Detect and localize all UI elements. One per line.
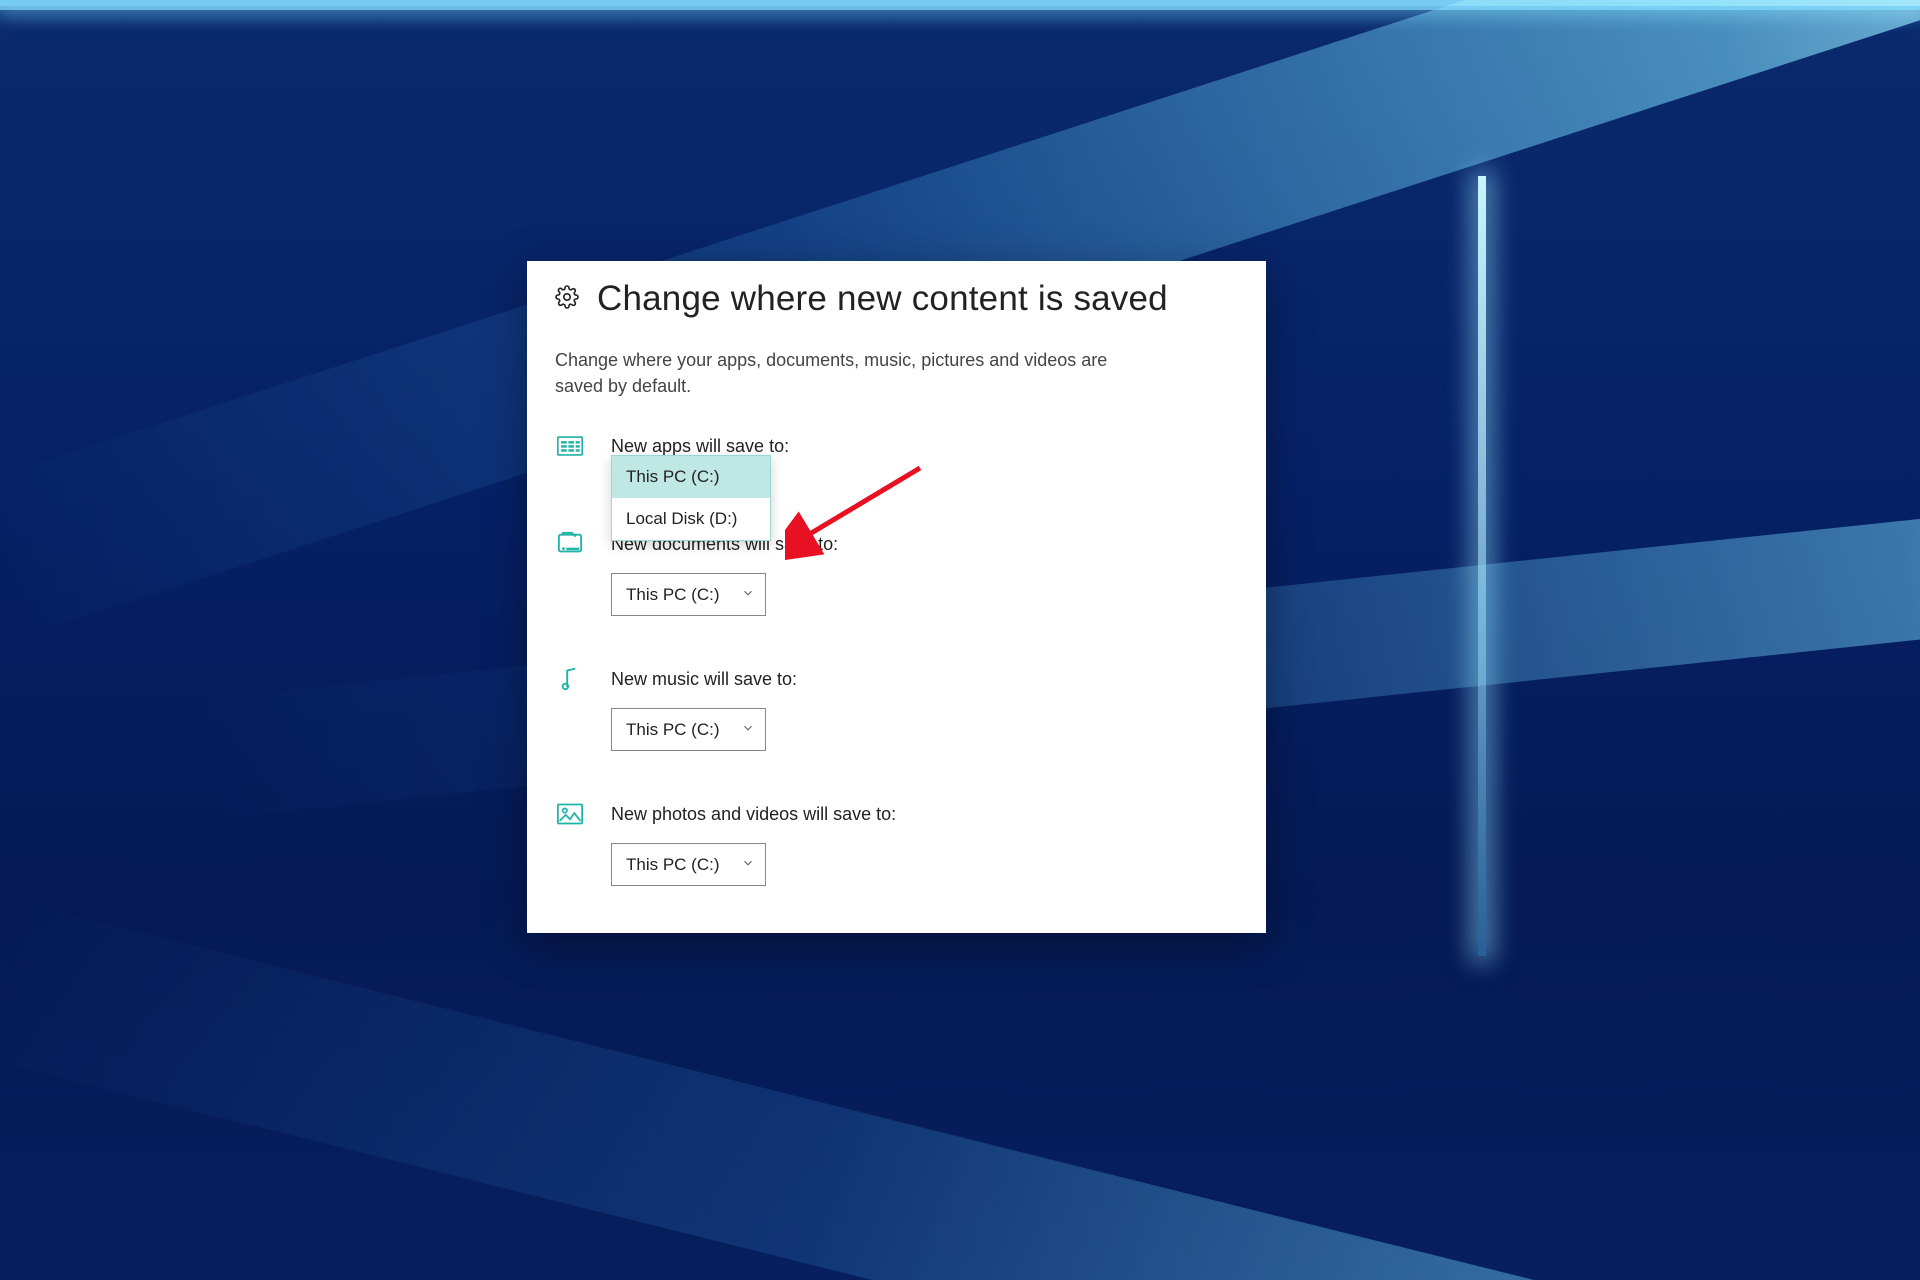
section-apps: New apps will save to: This PC (C:) Loca…: [555, 433, 1238, 459]
photos-icon: [555, 801, 585, 827]
settings-window: Change where new content is saved Change…: [527, 261, 1266, 933]
apps-label: New apps will save to:: [611, 436, 789, 457]
chevron-down-icon: [741, 855, 755, 875]
apps-icon: [555, 433, 585, 459]
music-icon: [555, 666, 585, 692]
music-dropdown[interactable]: This PC (C:): [611, 708, 766, 751]
section-music: New music will save to: This PC (C:): [555, 666, 1238, 751]
music-label: New music will save to:: [611, 669, 797, 690]
section-photos: New photos and videos will save to: This…: [555, 801, 1238, 886]
music-dropdown-value: This PC (C:): [626, 720, 720, 740]
chevron-down-icon: [741, 720, 755, 740]
documents-dropdown-value: This PC (C:): [626, 585, 720, 605]
documents-icon: [555, 531, 585, 557]
chevron-down-icon: [741, 585, 755, 605]
apps-dropdown-option-local-disk-d[interactable]: Local Disk (D:): [612, 498, 770, 540]
page-title: Change where new content is saved: [597, 279, 1168, 319]
photos-dropdown[interactable]: This PC (C:): [611, 843, 766, 886]
gear-icon: [555, 285, 579, 314]
section-documents: New documents will save to: This PC (C:): [555, 531, 1238, 616]
documents-dropdown[interactable]: This PC (C:): [611, 573, 766, 616]
title-row: Change where new content is saved: [555, 279, 1238, 319]
apps-dropdown-menu: This PC (C:) Local Disk (D:): [611, 455, 771, 541]
page-description: Change where your apps, documents, music…: [555, 347, 1135, 399]
photos-label: New photos and videos will save to:: [611, 804, 896, 825]
apps-dropdown-option-this-pc-c[interactable]: This PC (C:): [612, 456, 770, 498]
photos-dropdown-value: This PC (C:): [626, 855, 720, 875]
